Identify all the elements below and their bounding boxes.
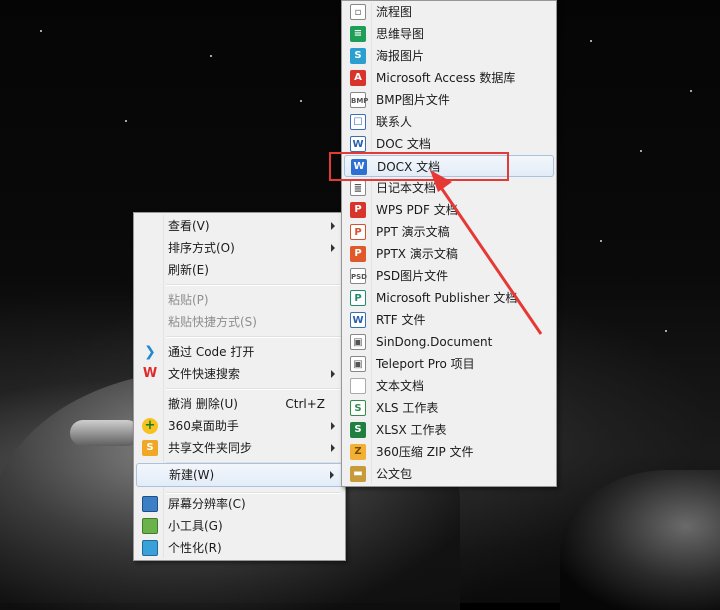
annotation-arrow-shaft [438,185,543,335]
annotation-arrow [430,170,543,335]
annotation-arrow-head [430,170,452,192]
